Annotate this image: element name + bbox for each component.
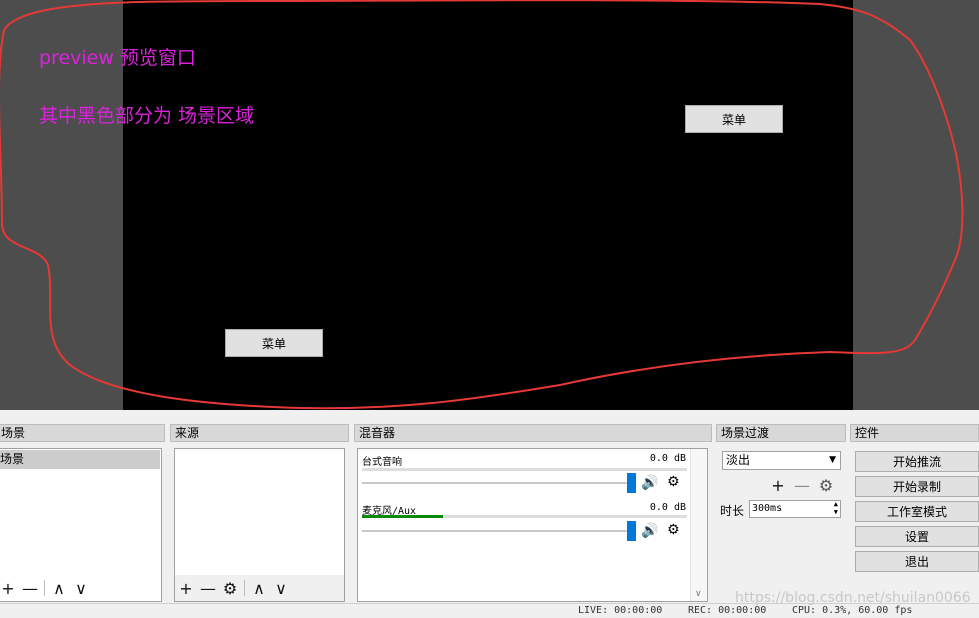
move-down-icon[interactable]: ∨ <box>73 579 89 598</box>
mixer-dock-title: 混音器 <box>354 424 712 442</box>
mixer-channel-name-desktop: 台式音响 <box>362 457 402 468</box>
move-up-icon[interactable]: ∧ <box>251 579 267 598</box>
add-transition-icon[interactable]: + <box>770 476 786 495</box>
sources-dock-title: 来源 <box>170 424 349 442</box>
add-scene-icon[interactable]: + <box>0 579 16 598</box>
status-live: LIVE: 00:00:00 <box>578 605 663 616</box>
menu-button-bottom[interactable]: 菜单 <box>225 329 323 357</box>
transitions-toolbar: + — ⚙ <box>770 474 834 496</box>
move-up-icon[interactable]: ∧ <box>51 579 67 598</box>
gear-icon[interactable]: ⚙ <box>667 474 680 490</box>
volume-slider-handle-mic[interactable] <box>627 521 636 541</box>
spin-arrows-icon[interactable]: ▲ ▼ <box>834 500 838 516</box>
volume-meter-mic <box>362 515 687 518</box>
menu-button-top[interactable]: 菜单 <box>685 105 783 133</box>
start-recording-button[interactable]: 开始录制 <box>855 476 979 497</box>
volume-meter-desktop <box>362 468 687 471</box>
annotation-preview: preview 预览窗口 <box>39 47 196 69</box>
scenes-dock-title: 场景 <box>0 424 165 442</box>
gear-icon[interactable]: ⚙ <box>667 522 680 538</box>
remove-source-icon[interactable]: — <box>200 579 216 598</box>
remove-transition-icon[interactable]: — <box>794 476 810 495</box>
speaker-icon[interactable]: 🔊 <box>641 523 658 539</box>
exit-button[interactable]: 退出 <box>855 551 979 572</box>
volume-slider-desktop[interactable] <box>362 482 632 484</box>
transitions-dock-title: 场景过渡 <box>716 424 846 442</box>
status-cpu: CPU: 0.3%, 60.00 fps <box>792 605 913 616</box>
toolbar-separator <box>244 580 245 596</box>
source-properties-gear-icon[interactable]: ⚙ <box>222 579 238 598</box>
mixer-scrollbar[interactable]: ∨ <box>690 449 707 601</box>
settings-button[interactable]: 设置 <box>855 526 979 547</box>
volume-slider-mic[interactable] <box>362 530 632 532</box>
duration-value: 300ms <box>752 503 783 514</box>
toolbar-separator <box>44 580 45 596</box>
chevron-down-icon: ▼ <box>829 455 836 465</box>
transition-properties-gear-icon[interactable]: ⚙ <box>818 476 834 495</box>
transition-select-value: 淡出 <box>726 453 751 467</box>
preview-area[interactable]: preview 预览窗口 其中黑色部分为 场景区域 菜单 菜单 <box>0 0 979 410</box>
mixer-channel-db-desktop: 0.0 dB <box>649 453 686 464</box>
audio-mixer: 台式音响 0.0 dB 🔊 ⚙ 麦克风/Aux 0.0 dB 🔊 ⚙ <box>357 448 708 602</box>
volume-slider-handle-desktop[interactable] <box>627 473 636 493</box>
scene-list-item[interactable]: 场景 <box>0 450 160 469</box>
scroll-down-arrow-icon[interactable]: ∨ <box>695 589 702 599</box>
watermark: https://blog.csdn.net/shuilan0066 <box>735 590 971 606</box>
speaker-icon[interactable]: 🔊 <box>641 475 658 491</box>
mixer-channel-db-mic: 0.0 dB <box>649 502 686 513</box>
duration-spinbox[interactable]: 300ms ▲ ▼ <box>749 500 841 518</box>
add-source-icon[interactable]: + <box>178 579 194 598</box>
controls-dock-title: 控件 <box>850 424 979 442</box>
status-rec: REC: 00:00:00 <box>688 605 767 616</box>
duration-label: 时长 <box>720 504 745 518</box>
studio-mode-button[interactable]: 工作室模式 <box>855 501 979 522</box>
sources-toolbar: + — ⚙ ∧ ∨ <box>178 577 289 599</box>
start-streaming-button[interactable]: 开始推流 <box>855 451 979 472</box>
annotation-scene-area: 其中黑色部分为 场景区域 <box>39 105 255 127</box>
remove-scene-icon[interactable]: — <box>22 579 38 598</box>
volume-meter-fill-mic <box>362 515 444 518</box>
scenes-toolbar: + — ∧ ∨ <box>0 577 89 599</box>
transition-select[interactable]: 淡出 ▼ <box>722 451 841 470</box>
move-down-icon[interactable]: ∨ <box>273 579 289 598</box>
